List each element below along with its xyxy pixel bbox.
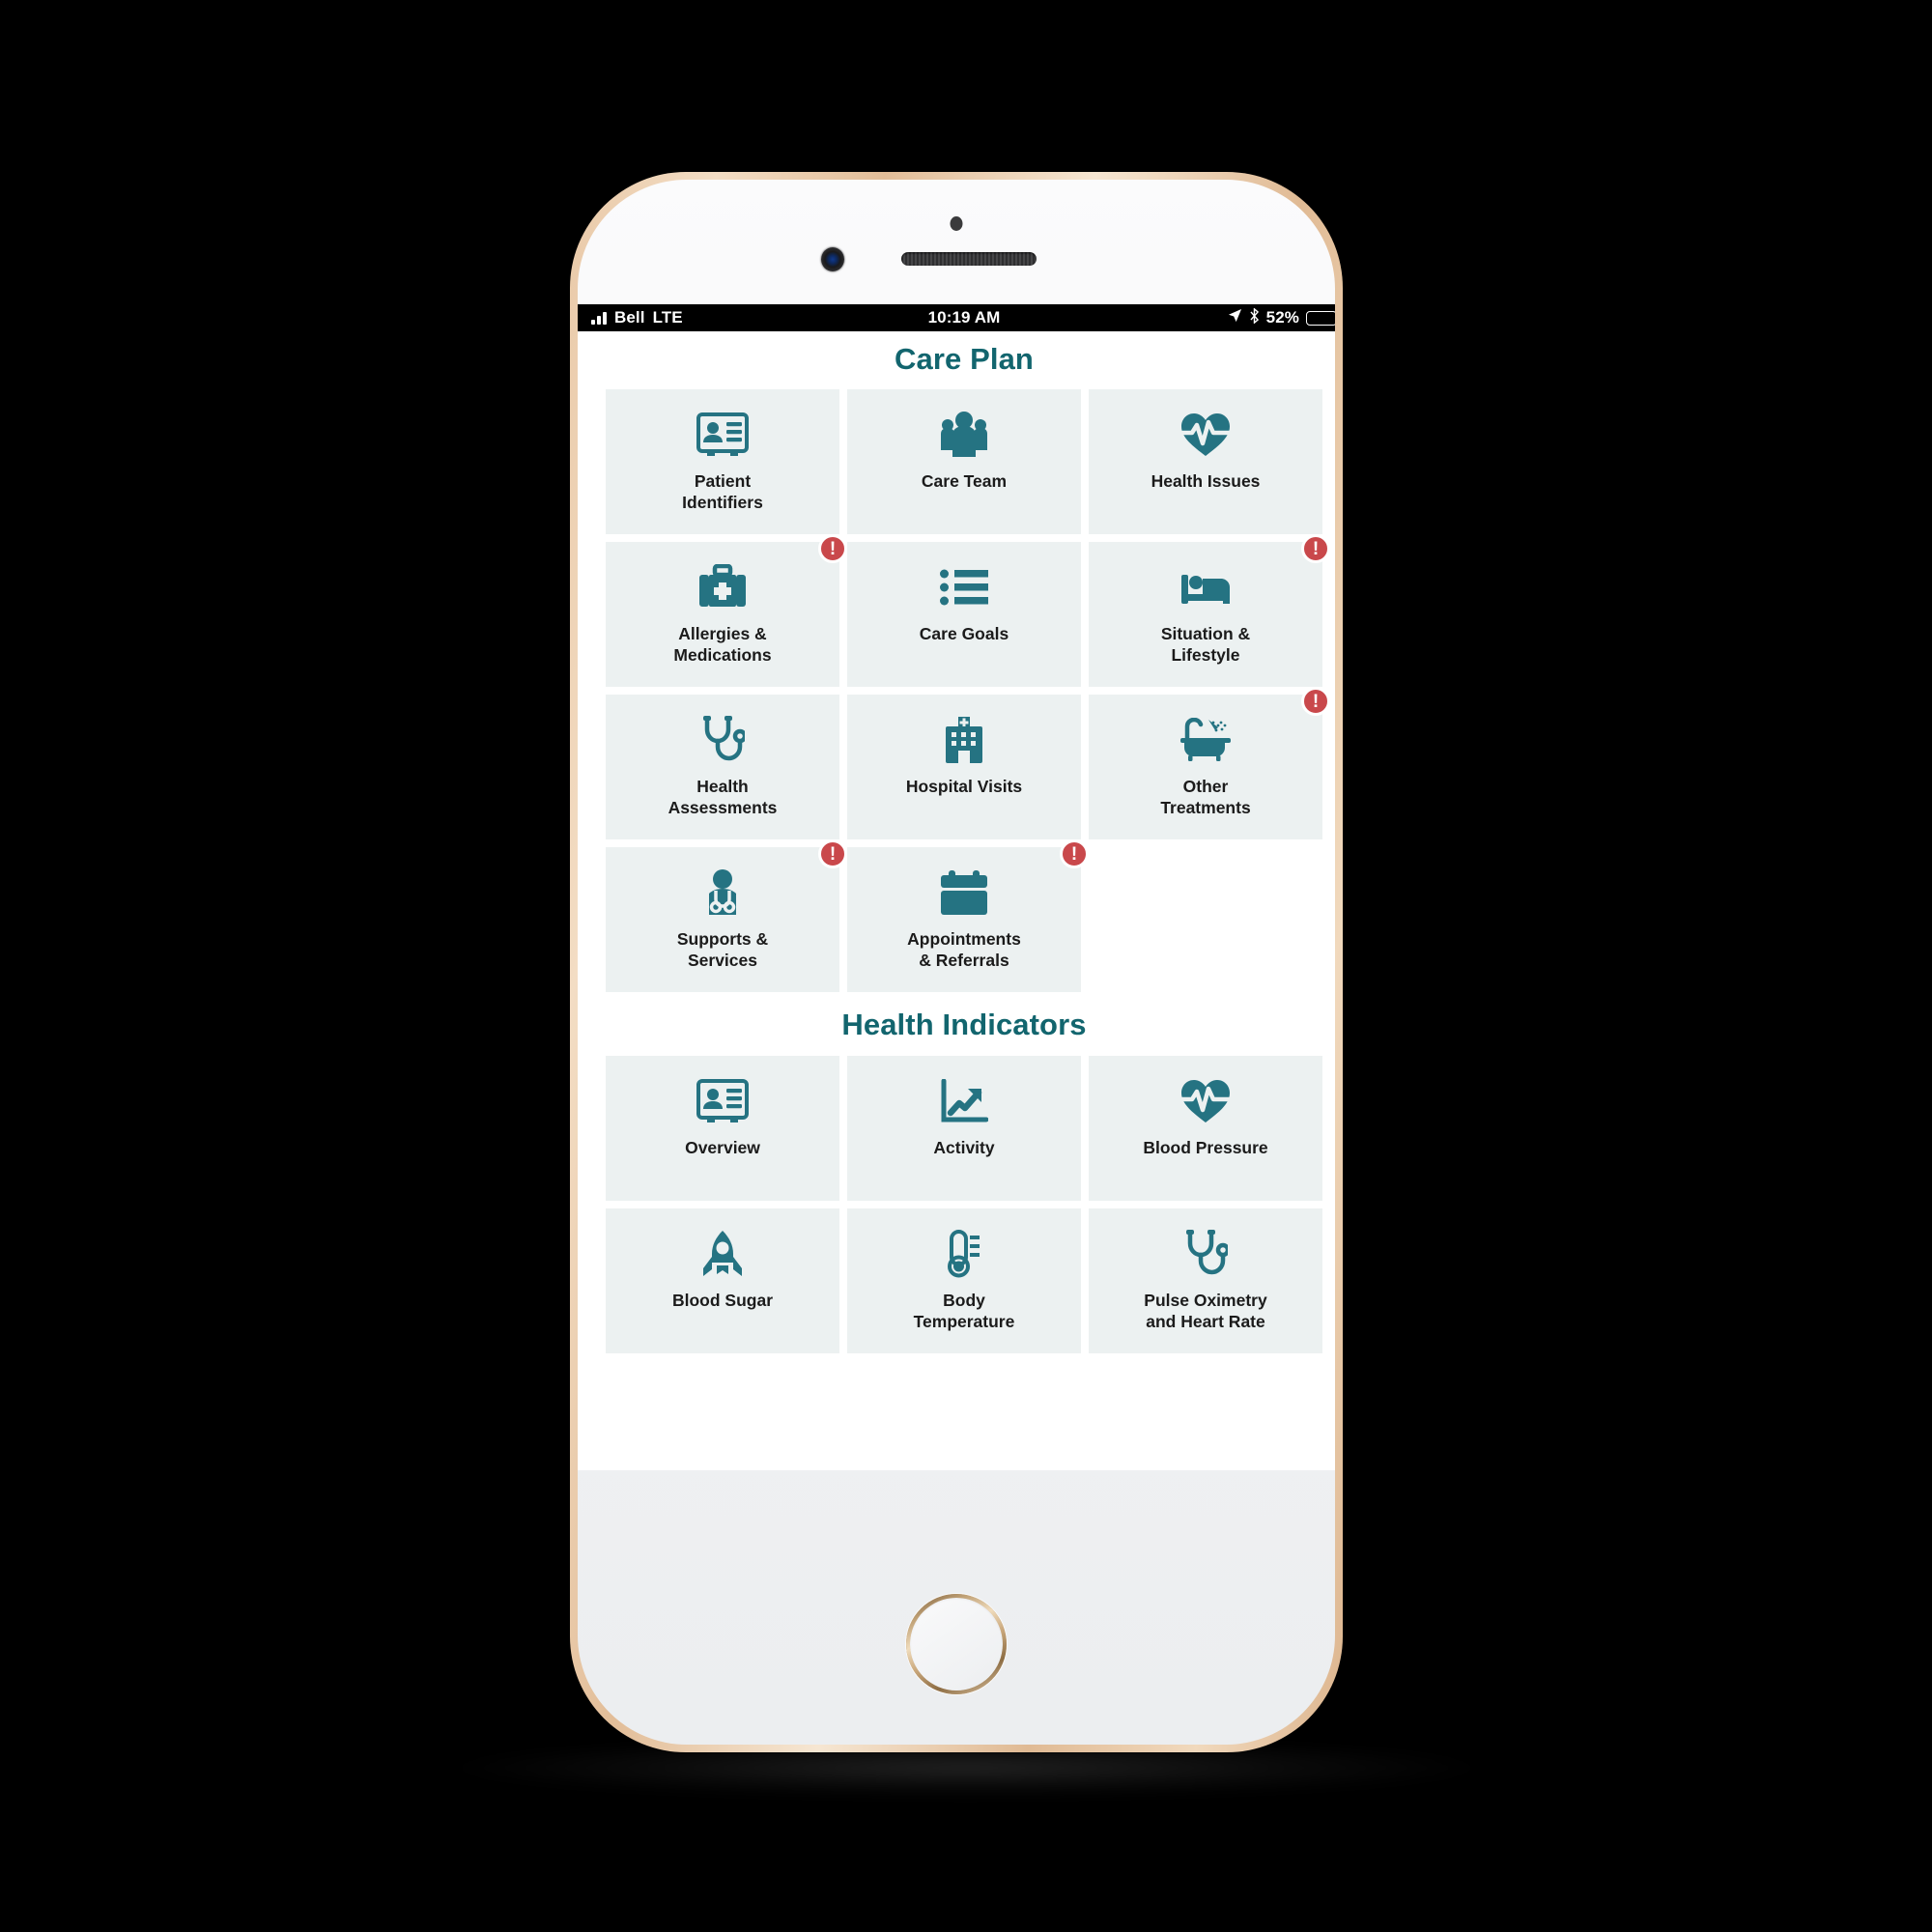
heart-pulse-icon <box>1179 405 1232 465</box>
tile-label: Health Assessments <box>668 777 778 818</box>
tile-health-issues[interactable]: Health Issues <box>1089 389 1322 534</box>
tile-situation-lifestyle[interactable]: Situation & Lifestyle! <box>1089 534 1330 687</box>
tile-label: Appointments & Referrals <box>907 929 1021 971</box>
id-card-icon <box>696 1071 749 1131</box>
phone-body: Bell LTE 10:19 AM 52% Care Plan Patient … <box>578 180 1335 1745</box>
tile-label: Body Temperature <box>913 1291 1015 1332</box>
tile-allergies-medications[interactable]: Allergies & Medications! <box>606 534 847 687</box>
screenshot-stage: Bell LTE 10:19 AM 52% Care Plan Patient … <box>0 0 1932 1932</box>
tile-label: Pulse Oximetry and Heart Rate <box>1144 1291 1267 1332</box>
rocket-icon <box>701 1224 744 1284</box>
tile-patient-identifiers[interactable]: Patient Identifiers <box>606 389 839 534</box>
carrier-label: Bell <box>614 308 645 327</box>
calendar-icon <box>939 863 989 923</box>
thermometer-icon <box>944 1224 984 1284</box>
people-group-icon <box>939 405 989 465</box>
heart-pulse-icon <box>1179 1071 1232 1131</box>
tile-health-assessments[interactable]: Health Assessments <box>606 695 839 839</box>
bed-person-icon <box>1179 557 1232 617</box>
alert-badge-icon[interactable]: ! <box>1301 687 1330 716</box>
tile-blood-sugar[interactable]: Blood Sugar <box>606 1208 839 1353</box>
tile-other-treatments[interactable]: Other Treatments! <box>1089 687 1330 839</box>
tile-activity[interactable]: Activity <box>847 1056 1081 1201</box>
bulleted-list-icon <box>940 557 988 617</box>
tile-hospital-visits[interactable]: Hospital Visits <box>847 695 1081 839</box>
tile-pulse-oximetry-and-heart-rate[interactable]: Pulse Oximetry and Heart Rate <box>1089 1208 1322 1353</box>
tile-label: Overview <box>685 1138 760 1157</box>
earpiece-speaker <box>901 252 1037 266</box>
location-arrow-icon <box>1228 308 1242 327</box>
clock-label: 10:19 AM <box>927 308 1001 327</box>
phone-device: Bell LTE 10:19 AM 52% Care Plan Patient … <box>570 172 1343 1752</box>
alert-badge-icon[interactable]: ! <box>1301 534 1330 563</box>
tile-label: Patient Identifiers <box>682 471 763 513</box>
home-button[interactable] <box>906 1594 1007 1694</box>
app-content: Care Plan Patient Identifiers Care Team He… <box>578 331 1335 1470</box>
tile-placeholder <box>1089 847 1322 992</box>
tile-label: Care Team <box>921 471 1008 491</box>
alert-badge-icon[interactable]: ! <box>1060 839 1089 868</box>
tile-care-team[interactable]: Care Team <box>847 389 1081 534</box>
stethoscope-icon <box>1183 1224 1228 1284</box>
tile-blood-pressure[interactable]: Blood Pressure <box>1089 1056 1322 1201</box>
proximity-sensor-icon <box>950 216 963 231</box>
tile-label: Hospital Visits <box>905 777 1023 796</box>
hospital-building-icon <box>942 710 986 770</box>
status-bar-center: 10:19 AM <box>928 308 1001 327</box>
tile-label: Blood Pressure <box>1143 1138 1268 1157</box>
health-indicators-grid: Overview Activity Blood Pressure Blood Suga… <box>578 1056 1335 1353</box>
tile-care-goals[interactable]: Care Goals <box>847 542 1081 687</box>
front-camera-icon <box>821 247 844 271</box>
phone-screen: Bell LTE 10:19 AM 52% Care Plan Patient … <box>578 304 1335 1470</box>
battery-percent-label: 52% <box>1265 308 1299 327</box>
medical-kit-icon <box>697 557 748 617</box>
network-type-label: LTE <box>652 308 683 327</box>
page-title-health-indicators: Health Indicators <box>841 1008 1087 1041</box>
doctor-person-icon <box>699 863 746 923</box>
id-card-icon <box>696 405 749 465</box>
tile-label: Blood Sugar <box>671 1291 774 1310</box>
care-plan-grid: Patient Identifiers Care Team Health Issue… <box>578 389 1335 992</box>
chart-trend-up-icon <box>940 1071 988 1131</box>
signal-bars-icon <box>591 311 607 325</box>
stethoscope-icon <box>700 710 745 770</box>
bathtub-shower-icon <box>1179 710 1232 770</box>
tile-label: Allergies & Medications <box>673 624 772 666</box>
tile-appointments-referrals[interactable]: Appointments & Referrals! <box>847 839 1089 992</box>
tile-label: Activity <box>933 1138 995 1157</box>
page-title-care-plan: Care Plan <box>895 342 1034 376</box>
status-bar-left: Bell LTE <box>591 308 928 327</box>
status-bar: Bell LTE 10:19 AM 52% <box>578 304 1335 331</box>
alert-badge-icon[interactable]: ! <box>818 839 847 868</box>
tile-label: Supports & Services <box>676 929 769 971</box>
tile-overview[interactable]: Overview <box>606 1056 839 1201</box>
tile-label: Care Goals <box>919 624 1009 643</box>
tile-body-temperature[interactable]: Body Temperature <box>847 1208 1081 1353</box>
tile-supports-services[interactable]: Supports & Services! <box>606 839 847 992</box>
bluetooth-icon <box>1249 306 1260 328</box>
alert-badge-icon[interactable]: ! <box>818 534 847 563</box>
battery-icon <box>1306 310 1335 326</box>
tile-label: Situation & Lifestyle <box>1160 624 1251 666</box>
tile-label: Health Issues <box>1151 471 1261 491</box>
status-bar-right: 52% <box>1000 306 1335 328</box>
home-button-ring <box>906 1594 1007 1694</box>
tile-label: Other Treatments <box>1160 777 1251 818</box>
